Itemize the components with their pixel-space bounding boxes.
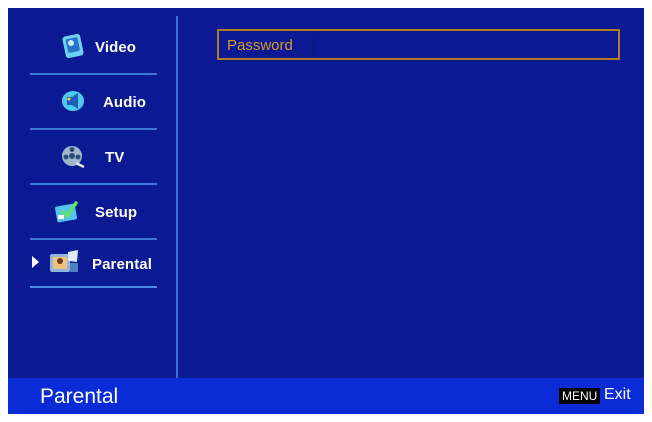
exit-label: Exit <box>604 386 631 403</box>
sidebar-item-audio[interactable]: Audio <box>30 76 157 130</box>
divider <box>30 286 157 288</box>
divider <box>30 128 157 130</box>
password-field[interactable]: Password <box>217 29 620 60</box>
sidebar-item-video[interactable]: Video <box>30 21 157 75</box>
screen: Video Audio TV Setup Parental Password P… <box>8 8 644 414</box>
password-separator <box>313 35 314 56</box>
vertical-divider <box>176 16 178 378</box>
sidebar-item-label: Setup <box>95 204 138 221</box>
sidebar-item-label: TV <box>105 149 125 166</box>
status-bar: Parental MENU Exit <box>8 378 644 414</box>
sidebar-item-label: Audio <box>103 94 146 111</box>
settings-panel: Video Audio TV Setup Parental Password <box>8 8 644 378</box>
video-icon <box>62 33 84 59</box>
audio-icon <box>62 91 84 111</box>
parental-icon <box>50 250 78 272</box>
divider <box>30 183 157 185</box>
sidebar-item-setup[interactable]: Setup <box>30 186 157 240</box>
sidebar-item-label: Parental <box>92 256 152 273</box>
selection-arrow-icon <box>32 256 39 268</box>
menu-key-badge[interactable]: MENU <box>559 388 601 404</box>
sidebar-item-label: Video <box>95 39 137 56</box>
sidebar-item-parental[interactable]: Parental <box>30 234 157 288</box>
password-label: Password <box>227 37 293 54</box>
divider <box>30 73 157 75</box>
status-title: Parental <box>40 385 119 408</box>
setup-icon <box>55 201 78 223</box>
tv-icon <box>62 146 85 169</box>
sidebar-item-tv[interactable]: TV <box>30 131 157 185</box>
